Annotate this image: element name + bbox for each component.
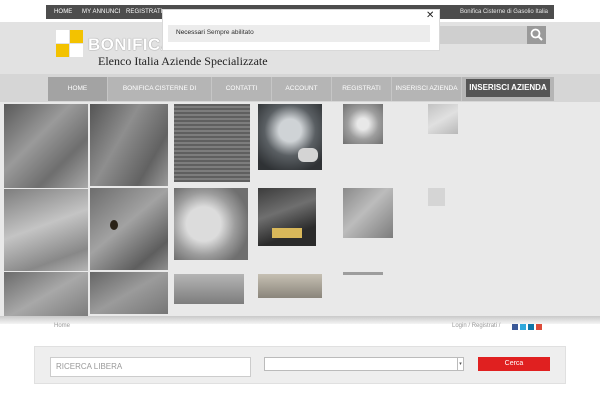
- photo-tile[interactable]: [90, 188, 168, 270]
- top-link-home[interactable]: HOME: [54, 9, 72, 15]
- top-link-my-annunci[interactable]: MY ANNUNCI: [82, 9, 121, 15]
- nav-item-home[interactable]: HOME: [48, 77, 108, 101]
- photo-grid: [0, 102, 600, 320]
- login-link[interactable]: Login: [452, 323, 467, 329]
- photo-tile[interactable]: [258, 104, 322, 170]
- cookie-category: Necessari Sempre abilitato: [176, 29, 254, 36]
- linkedin-icon[interactable]: [528, 324, 534, 330]
- nav-cta-button[interactable]: INSERISCI AZIENDA: [466, 79, 550, 97]
- search-button[interactable]: Cerca: [478, 357, 550, 371]
- top-link-registrati[interactable]: REGISTRATI: [126, 9, 163, 15]
- close-icon[interactable]: ✕: [426, 11, 434, 21]
- cookie-category-status: Sempre abilitato: [206, 29, 254, 36]
- photo-tile[interactable]: [343, 272, 383, 275]
- header-search-button[interactable]: [527, 26, 546, 44]
- main-nav: HOME BONIFICA CISTERNE DI GASOLIO CONTAT…: [0, 74, 600, 116]
- header-search-input[interactable]: [432, 26, 528, 44]
- account-links: Login / Registrati /: [452, 323, 500, 329]
- chevron-down-icon: ▾: [457, 358, 463, 370]
- photo-tile[interactable]: [343, 104, 383, 144]
- breadcrumb-home[interactable]: Home: [54, 323, 70, 329]
- photo-tile[interactable]: [4, 104, 88, 188]
- photo-tile[interactable]: [174, 104, 250, 182]
- photo-tile[interactable]: [258, 274, 322, 298]
- top-right-text[interactable]: Bonifica Cisterne di Gasolio Italia: [460, 9, 548, 15]
- nav-item-registrati[interactable]: REGISTRATI: [332, 77, 392, 101]
- photo-tile[interactable]: [174, 188, 248, 260]
- search-icon: [530, 28, 543, 41]
- nav-item-account[interactable]: ACCOUNT: [272, 77, 332, 101]
- link-separator: /: [468, 323, 471, 329]
- cookie-category-name: Necessari: [176, 29, 205, 36]
- twitter-icon[interactable]: [520, 324, 526, 330]
- page: HOME MY ANNUNCI REGISTRATI Bonifica Cist…: [0, 0, 600, 400]
- nav-item-bonifica[interactable]: BONIFICA CISTERNE DI GASOLIO: [108, 77, 212, 116]
- link-separator: /: [498, 323, 501, 329]
- photo-tile[interactable]: [4, 189, 88, 271]
- photo-tile[interactable]: [90, 272, 168, 314]
- photo-tile[interactable]: [428, 188, 445, 206]
- googleplus-icon[interactable]: [536, 324, 542, 330]
- photo-tile[interactable]: [90, 104, 168, 186]
- nav-item-contatti[interactable]: CONTATTI: [212, 77, 272, 101]
- photo-tile[interactable]: [4, 272, 88, 318]
- free-search-input[interactable]: RICERCA LIBERA: [50, 357, 251, 377]
- register-link[interactable]: Registrati: [472, 323, 497, 329]
- photo-tile[interactable]: [258, 188, 316, 246]
- breadcrumb-row: Home Login / Registrati /: [0, 322, 600, 334]
- photo-tile[interactable]: [428, 104, 458, 134]
- logo-subtitle: Elenco Italia Aziende Specializzate: [98, 54, 268, 68]
- facebook-icon[interactable]: [512, 324, 518, 330]
- logo-squares-icon: [56, 30, 86, 60]
- photo-tile[interactable]: [343, 188, 393, 238]
- nav-item-inserisci[interactable]: INSERISCI AZIENDA: [392, 77, 462, 101]
- category-select[interactable]: ▾: [264, 357, 464, 371]
- photo-tile[interactable]: [174, 274, 244, 304]
